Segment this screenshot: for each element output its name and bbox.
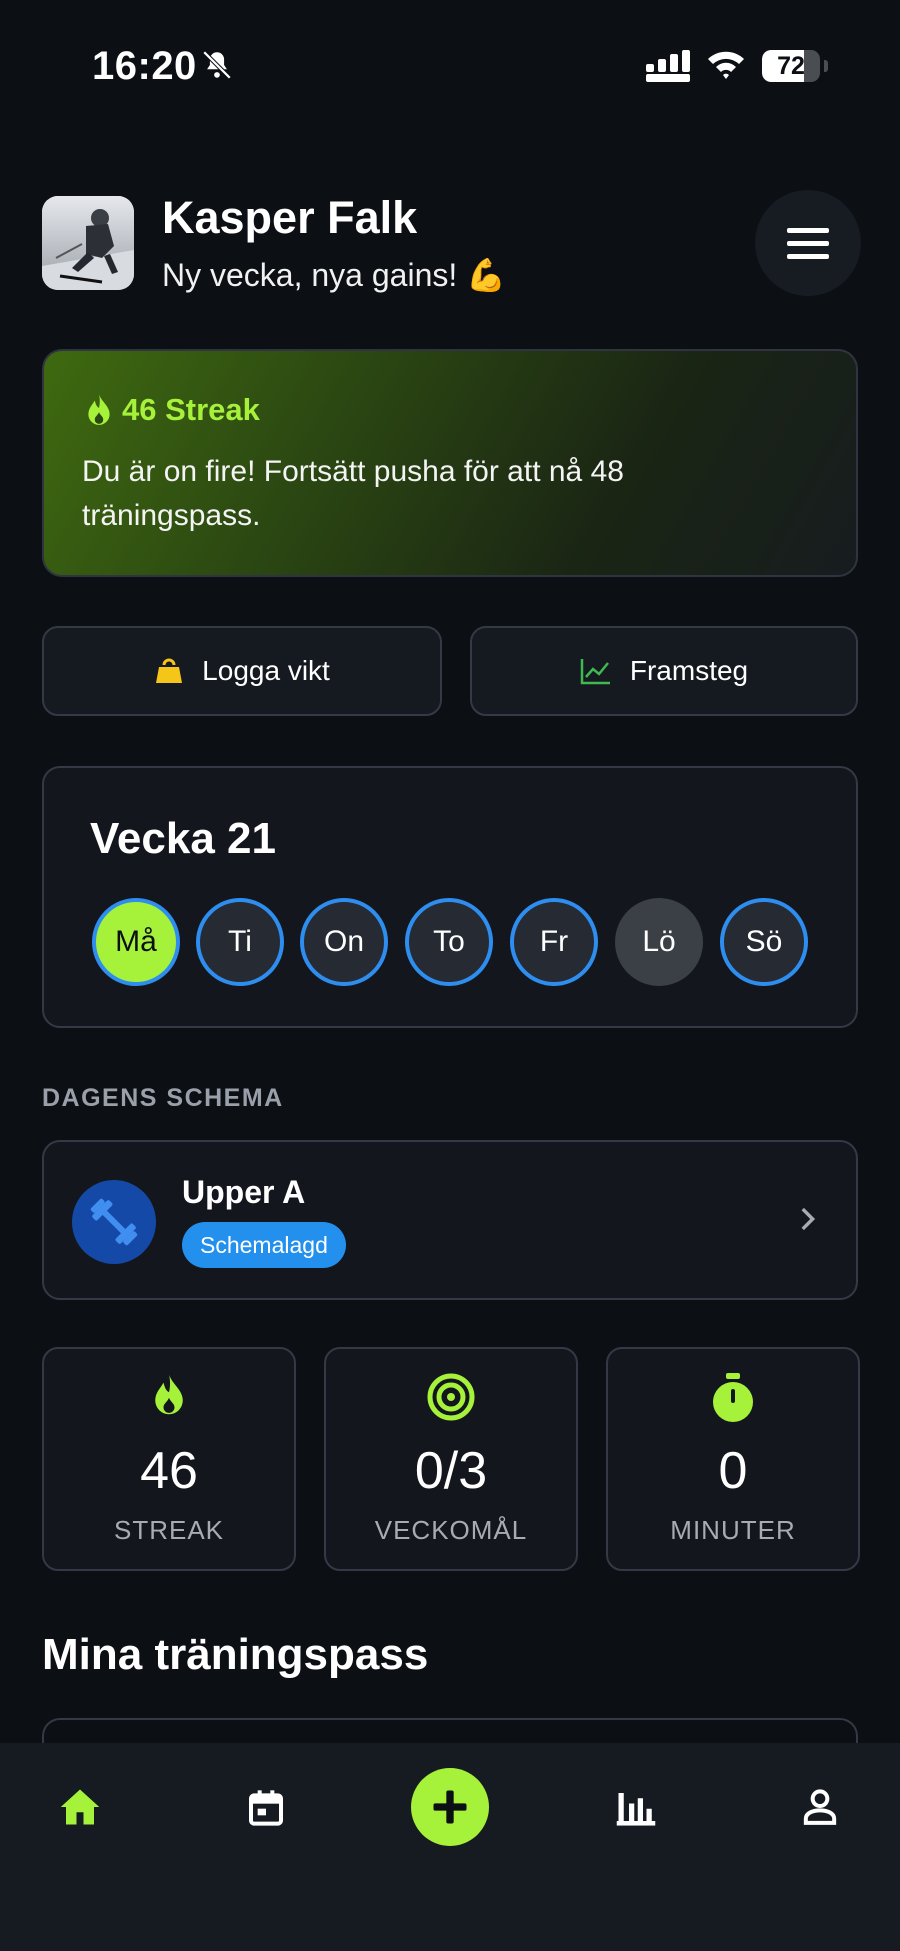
- day-wednesday[interactable]: On: [300, 898, 388, 986]
- target-icon: [427, 1373, 475, 1421]
- nav-profile[interactable]: [788, 1778, 852, 1836]
- progress-button[interactable]: Framsteg: [470, 626, 858, 716]
- avatar-skier-image: [42, 196, 134, 290]
- stat-goal-value: 0/3: [414, 1442, 488, 1500]
- status-time: 16:20: [92, 44, 197, 88]
- streak-message: Du är on fire! Fortsätt pusha för att nå…: [82, 455, 624, 532]
- add-icon: [433, 1790, 467, 1824]
- scheduled-badge: Schemalagd: [182, 1222, 346, 1268]
- chevron-right-icon: [801, 1207, 816, 1231]
- progress-label: Framsteg: [629, 655, 749, 686]
- today-workout-card[interactable]: [42, 1140, 858, 1300]
- stat-weekly-goal: 0/3 VECKOMÅL: [324, 1347, 578, 1571]
- home-icon: [60, 1789, 100, 1825]
- hamburger-icon: [787, 228, 829, 233]
- week-title: Vecka 21: [90, 814, 276, 863]
- workout-name: Upper A: [182, 1174, 306, 1210]
- battery-indicator: 72: [762, 50, 828, 82]
- week-card: [42, 766, 858, 1028]
- weight-icon: [156, 658, 183, 683]
- section-label-schedule: DAGENS SCHEMA: [42, 1084, 284, 1112]
- day-tuesday[interactable]: Ti: [196, 898, 284, 986]
- bell-muted-icon: [202, 50, 232, 80]
- log-weight-label: Logga vikt: [202, 655, 330, 686]
- calendar-icon: [249, 1790, 283, 1826]
- day-monday[interactable]: Må: [92, 898, 180, 986]
- stat-minutes-label: MINUTER: [670, 1515, 796, 1545]
- nav-calendar[interactable]: [234, 1778, 298, 1836]
- menu-button[interactable]: [755, 190, 861, 296]
- flame-icon: [88, 394, 110, 425]
- streak-title: 46 Streak: [86, 392, 260, 428]
- add-workout-button[interactable]: [411, 1768, 489, 1846]
- avatar[interactable]: [42, 196, 134, 290]
- wifi-icon: [708, 51, 744, 79]
- nav-home[interactable]: [48, 1778, 112, 1836]
- stat-streak-label: STREAK: [113, 1515, 225, 1545]
- flame-icon: [155, 1374, 183, 1415]
- user-name: Kasper Falk: [162, 192, 418, 243]
- workout-icon-circle: [72, 1180, 156, 1264]
- chart-icon: [616, 1793, 656, 1826]
- my-workouts-title: Mina träningspass: [42, 1630, 429, 1679]
- nav-statistics[interactable]: [604, 1778, 668, 1836]
- day-saturday[interactable]: Lö: [615, 898, 703, 986]
- trend-chart-icon: [580, 659, 610, 685]
- stat-minutes: 0 MINUTER: [606, 1347, 860, 1571]
- streak-title-text: 46 Streak: [122, 392, 260, 427]
- day-thursday[interactable]: To: [405, 898, 493, 986]
- stat-streak: 46 STREAK: [42, 1347, 296, 1571]
- signal-icon: [646, 50, 690, 82]
- stopwatch-icon: [713, 1373, 753, 1422]
- dumbbell-icon: [90, 1198, 138, 1246]
- profile-icon: [803, 1789, 837, 1825]
- day-sunday[interactable]: Sö: [720, 898, 808, 986]
- stat-streak-value: 46: [140, 1442, 198, 1500]
- stat-goal-label: VECKOMÅL: [374, 1515, 528, 1545]
- log-weight-button[interactable]: Logga vikt: [42, 626, 442, 716]
- greeting-subtitle: Ny vecka, nya gains! 💪: [162, 257, 506, 293]
- stat-minutes-value: 0: [718, 1442, 748, 1500]
- day-friday[interactable]: Fr: [510, 898, 598, 986]
